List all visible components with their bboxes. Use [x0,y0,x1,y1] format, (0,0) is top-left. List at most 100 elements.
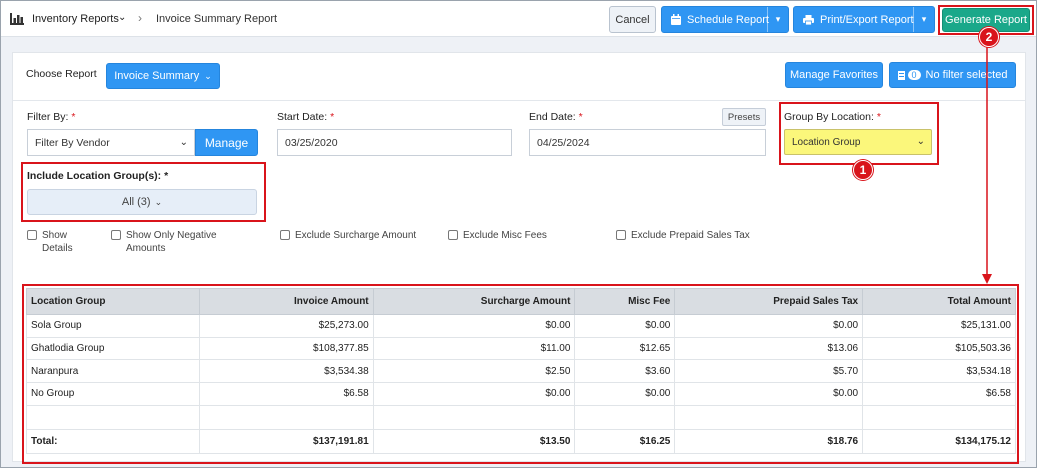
print-dropdown-chevron-icon[interactable]: ▾ [913,7,934,32]
table-cell: $0.00 [574,314,676,338]
checkbox-box[interactable] [616,230,626,240]
table-cell: $0.00 [674,314,864,338]
table-cell [574,404,676,430]
include-location-groups-select[interactable]: All (3) ⌄ [27,189,257,215]
checkbox-box[interactable] [27,230,37,240]
cancel-label: Cancel [615,13,650,26]
filter-status-label: No filter selected [925,69,1008,81]
table-cell: $13.06 [674,336,864,361]
checkbox-label: Exclude Misc Fees [463,230,547,241]
breadcrumb-parent[interactable]: Inventory Reports [32,13,119,25]
table-cell: $105,503.36 [862,336,1016,361]
checkbox-label: Show Only Negative Amounts [126,230,217,254]
column-header[interactable]: Location Group [26,288,200,315]
end-date-label: End Date: * [529,111,583,123]
table-row: Sola Group $25,273.00 $0.00 $0.00 $0.00 … [26,314,1016,338]
printer-icon [803,14,814,25]
manage-favorites-button[interactable]: Manage Favorites [785,62,883,88]
annotation-arrow-icon [982,42,992,284]
filter-count-badge: 0 [907,70,921,80]
table-cell [372,404,576,430]
breadcrumb-separator-icon: › [138,11,142,25]
chevron-down-icon: ⌄ [204,70,212,81]
column-header[interactable]: Prepaid Sales Tax [674,288,864,315]
checkbox-label: Exclude Surcharge Amount [295,230,417,241]
chevron-down-icon: ⌄ [916,136,925,147]
total-cell: $18.76 [674,428,864,454]
report-select-button[interactable]: Invoice Summary ⌄ [106,63,220,89]
presets-label: Presets [727,111,761,123]
filter-by-select[interactable]: Filter By Vendor ⌄ [27,129,195,156]
start-date-label: Start Date: * [277,111,335,123]
report-table: Location Group Invoice Amount Surcharge … [26,288,1016,454]
table-cell: $12.65 [574,336,676,361]
table-cell: Naranpura [26,359,200,384]
include-location-groups-value: All (3) [121,196,151,208]
divider [13,100,1025,101]
group-by-location-select[interactable]: Location Group ⌄ [784,129,932,155]
table-cell: $2.50 [372,359,576,384]
column-header[interactable]: Surcharge Amount [372,288,576,315]
filter-status-button[interactable]: 0 No filter selected [889,62,1016,88]
total-cell: $16.25 [574,428,676,454]
column-header[interactable]: Misc Fee [574,288,676,315]
total-cell: $13.50 [372,428,576,454]
bar-chart-icon [10,13,24,25]
chevron-down-icon: ⌄ [154,196,163,207]
schedule-report-button[interactable]: Schedule Report ▾ [661,6,789,33]
table-cell [674,404,864,430]
table-cell: $11.00 [372,336,576,361]
table-total-row: Total: $137,191.81 $13.50 $16.25 $18.76 … [26,428,1016,454]
column-header[interactable]: Total Amount [862,288,1016,315]
exclude-misc-fees-checkbox[interactable]: Exclude Misc Fees [448,229,568,242]
print-export-label: Print/Export Report [820,13,914,26]
manage-button[interactable]: Manage [195,129,258,156]
table-cell: $0.00 [372,382,576,406]
show-only-negative-checkbox[interactable]: Show Only Negative Amounts [111,229,226,255]
chevron-down-icon: ⌄ [179,137,188,148]
choose-report-label: Choose Report [26,68,97,80]
exclude-surcharge-checkbox[interactable]: Exclude Surcharge Amount [280,229,430,242]
checkbox-box[interactable] [448,230,458,240]
table-cell [862,404,1016,430]
table-row: Naranpura $3,534.38 $2.50 $3.60 $5.70 $3… [26,359,1016,384]
step-badge-1: 1 [853,160,873,180]
total-cell: $134,175.12 [862,428,1016,454]
table-cell [26,404,200,430]
table-cell: $6.58 [862,382,1016,406]
table-cell: No Group [26,382,200,406]
report-select-value: Invoice Summary [114,70,200,82]
table-cell: $0.00 [574,382,676,406]
checkbox-box[interactable] [111,230,121,240]
table-cell: $3,534.38 [198,359,374,384]
table-cell: $5.70 [674,359,864,384]
show-details-checkbox[interactable]: Show Details [27,229,97,255]
generate-report-label: Generate Report [945,14,1027,26]
cancel-button[interactable]: Cancel [609,6,656,33]
checkbox-box[interactable] [280,230,290,240]
table-cell: $108,377.85 [198,336,374,361]
group-by-location-value: Location Group [792,136,861,148]
table-spacer-row [26,404,1016,430]
table-cell: $0.00 [372,314,576,338]
schedule-dropdown-chevron-icon[interactable]: ▾ [767,7,788,32]
table-cell [198,404,374,430]
chevron-down-icon[interactable]: ⌄ [118,12,126,23]
total-cell: Total: [26,428,200,454]
group-by-location-label: Group By Location: * [784,111,881,123]
table-header-row: Location Group Invoice Amount Surcharge … [26,288,1016,315]
table-cell: Sola Group [26,314,200,338]
filter-by-value: Filter By Vendor [35,136,110,149]
start-date-input[interactable]: 03/25/2020 [277,129,512,156]
table-cell: $3.60 [574,359,676,384]
print-export-button[interactable]: Print/Export Report ▾ [793,6,935,33]
end-date-input[interactable]: 04/25/2024 [529,129,766,156]
presets-button[interactable]: Presets [722,108,766,126]
include-location-groups-label: Include Location Group(s): * [27,170,169,182]
breadcrumb-current: Invoice Summary Report [156,13,278,25]
table-row: Ghatlodia Group $108,377.85 $11.00 $12.6… [26,336,1016,361]
exclude-prepaid-tax-checkbox[interactable]: Exclude Prepaid Sales Tax [616,229,766,242]
table-cell: $0.00 [674,382,864,406]
column-header[interactable]: Invoice Amount [198,288,374,315]
table-cell: $25,273.00 [198,314,374,338]
